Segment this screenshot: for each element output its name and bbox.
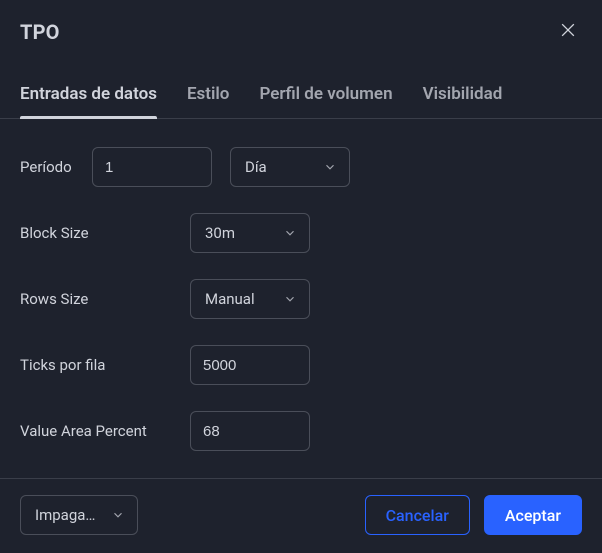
label-ticks-per-row: Ticks por fila [20, 356, 190, 374]
footer-left: Impagados [20, 495, 138, 535]
block-size-value: 30m [205, 224, 235, 242]
dialog-header: TPO [0, 0, 602, 58]
defaults-label: Impagados [35, 506, 101, 524]
label-period: Período [20, 158, 92, 176]
field-block-size: 30m [190, 213, 310, 253]
row-value-area-percent: Value Area Percent [20, 411, 582, 451]
period-input[interactable] [92, 147, 212, 187]
footer-right: Cancelar Aceptar [365, 495, 582, 535]
row-ticks-per-row: Ticks por fila [20, 345, 582, 385]
row-block-size: Block Size 30m [20, 213, 582, 253]
cancel-button[interactable]: Cancelar [365, 495, 470, 535]
field-value-area-percent [190, 411, 310, 451]
period-unit-value: Día [245, 158, 267, 176]
tab-visibility[interactable]: Visibilidad [423, 72, 503, 118]
period-unit-select[interactable]: Día [230, 147, 350, 187]
close-button[interactable] [554, 18, 582, 46]
field-ticks-per-row [190, 345, 310, 385]
settings-dialog: TPO Entradas de datos Estilo Perfil de v… [0, 0, 602, 553]
field-rows-size: Manual [190, 279, 310, 319]
field-period: Día [92, 147, 350, 187]
chevron-down-icon [283, 292, 297, 306]
tab-bar: Entradas de datos Estilo Perfil de volum… [0, 72, 602, 119]
rows-size-value: Manual [205, 290, 255, 308]
row-rows-size: Rows Size Manual [20, 279, 582, 319]
tab-style[interactable]: Estilo [187, 72, 230, 118]
accept-button[interactable]: Aceptar [484, 495, 582, 535]
tab-volume-profile[interactable]: Perfil de volumen [259, 72, 392, 118]
close-icon [558, 20, 578, 44]
value-area-percent-input[interactable] [190, 411, 310, 451]
rows-size-select[interactable]: Manual [190, 279, 310, 319]
chevron-down-icon [111, 508, 125, 522]
chevron-down-icon [323, 160, 337, 174]
block-size-select[interactable]: 30m [190, 213, 310, 253]
dialog-title: TPO [20, 20, 60, 44]
defaults-dropdown[interactable]: Impagados [20, 495, 138, 535]
label-block-size: Block Size [20, 224, 190, 242]
label-rows-size: Rows Size [20, 290, 190, 308]
row-period: Período Día [20, 147, 582, 187]
dialog-body: Período Día Block Size 30m [0, 119, 602, 478]
chevron-down-icon [283, 226, 297, 240]
label-value-area-percent: Value Area Percent [20, 422, 190, 440]
tab-inputs[interactable]: Entradas de datos [20, 72, 157, 118]
dialog-footer: Impagados Cancelar Aceptar [0, 478, 602, 553]
ticks-per-row-input[interactable] [190, 345, 310, 385]
